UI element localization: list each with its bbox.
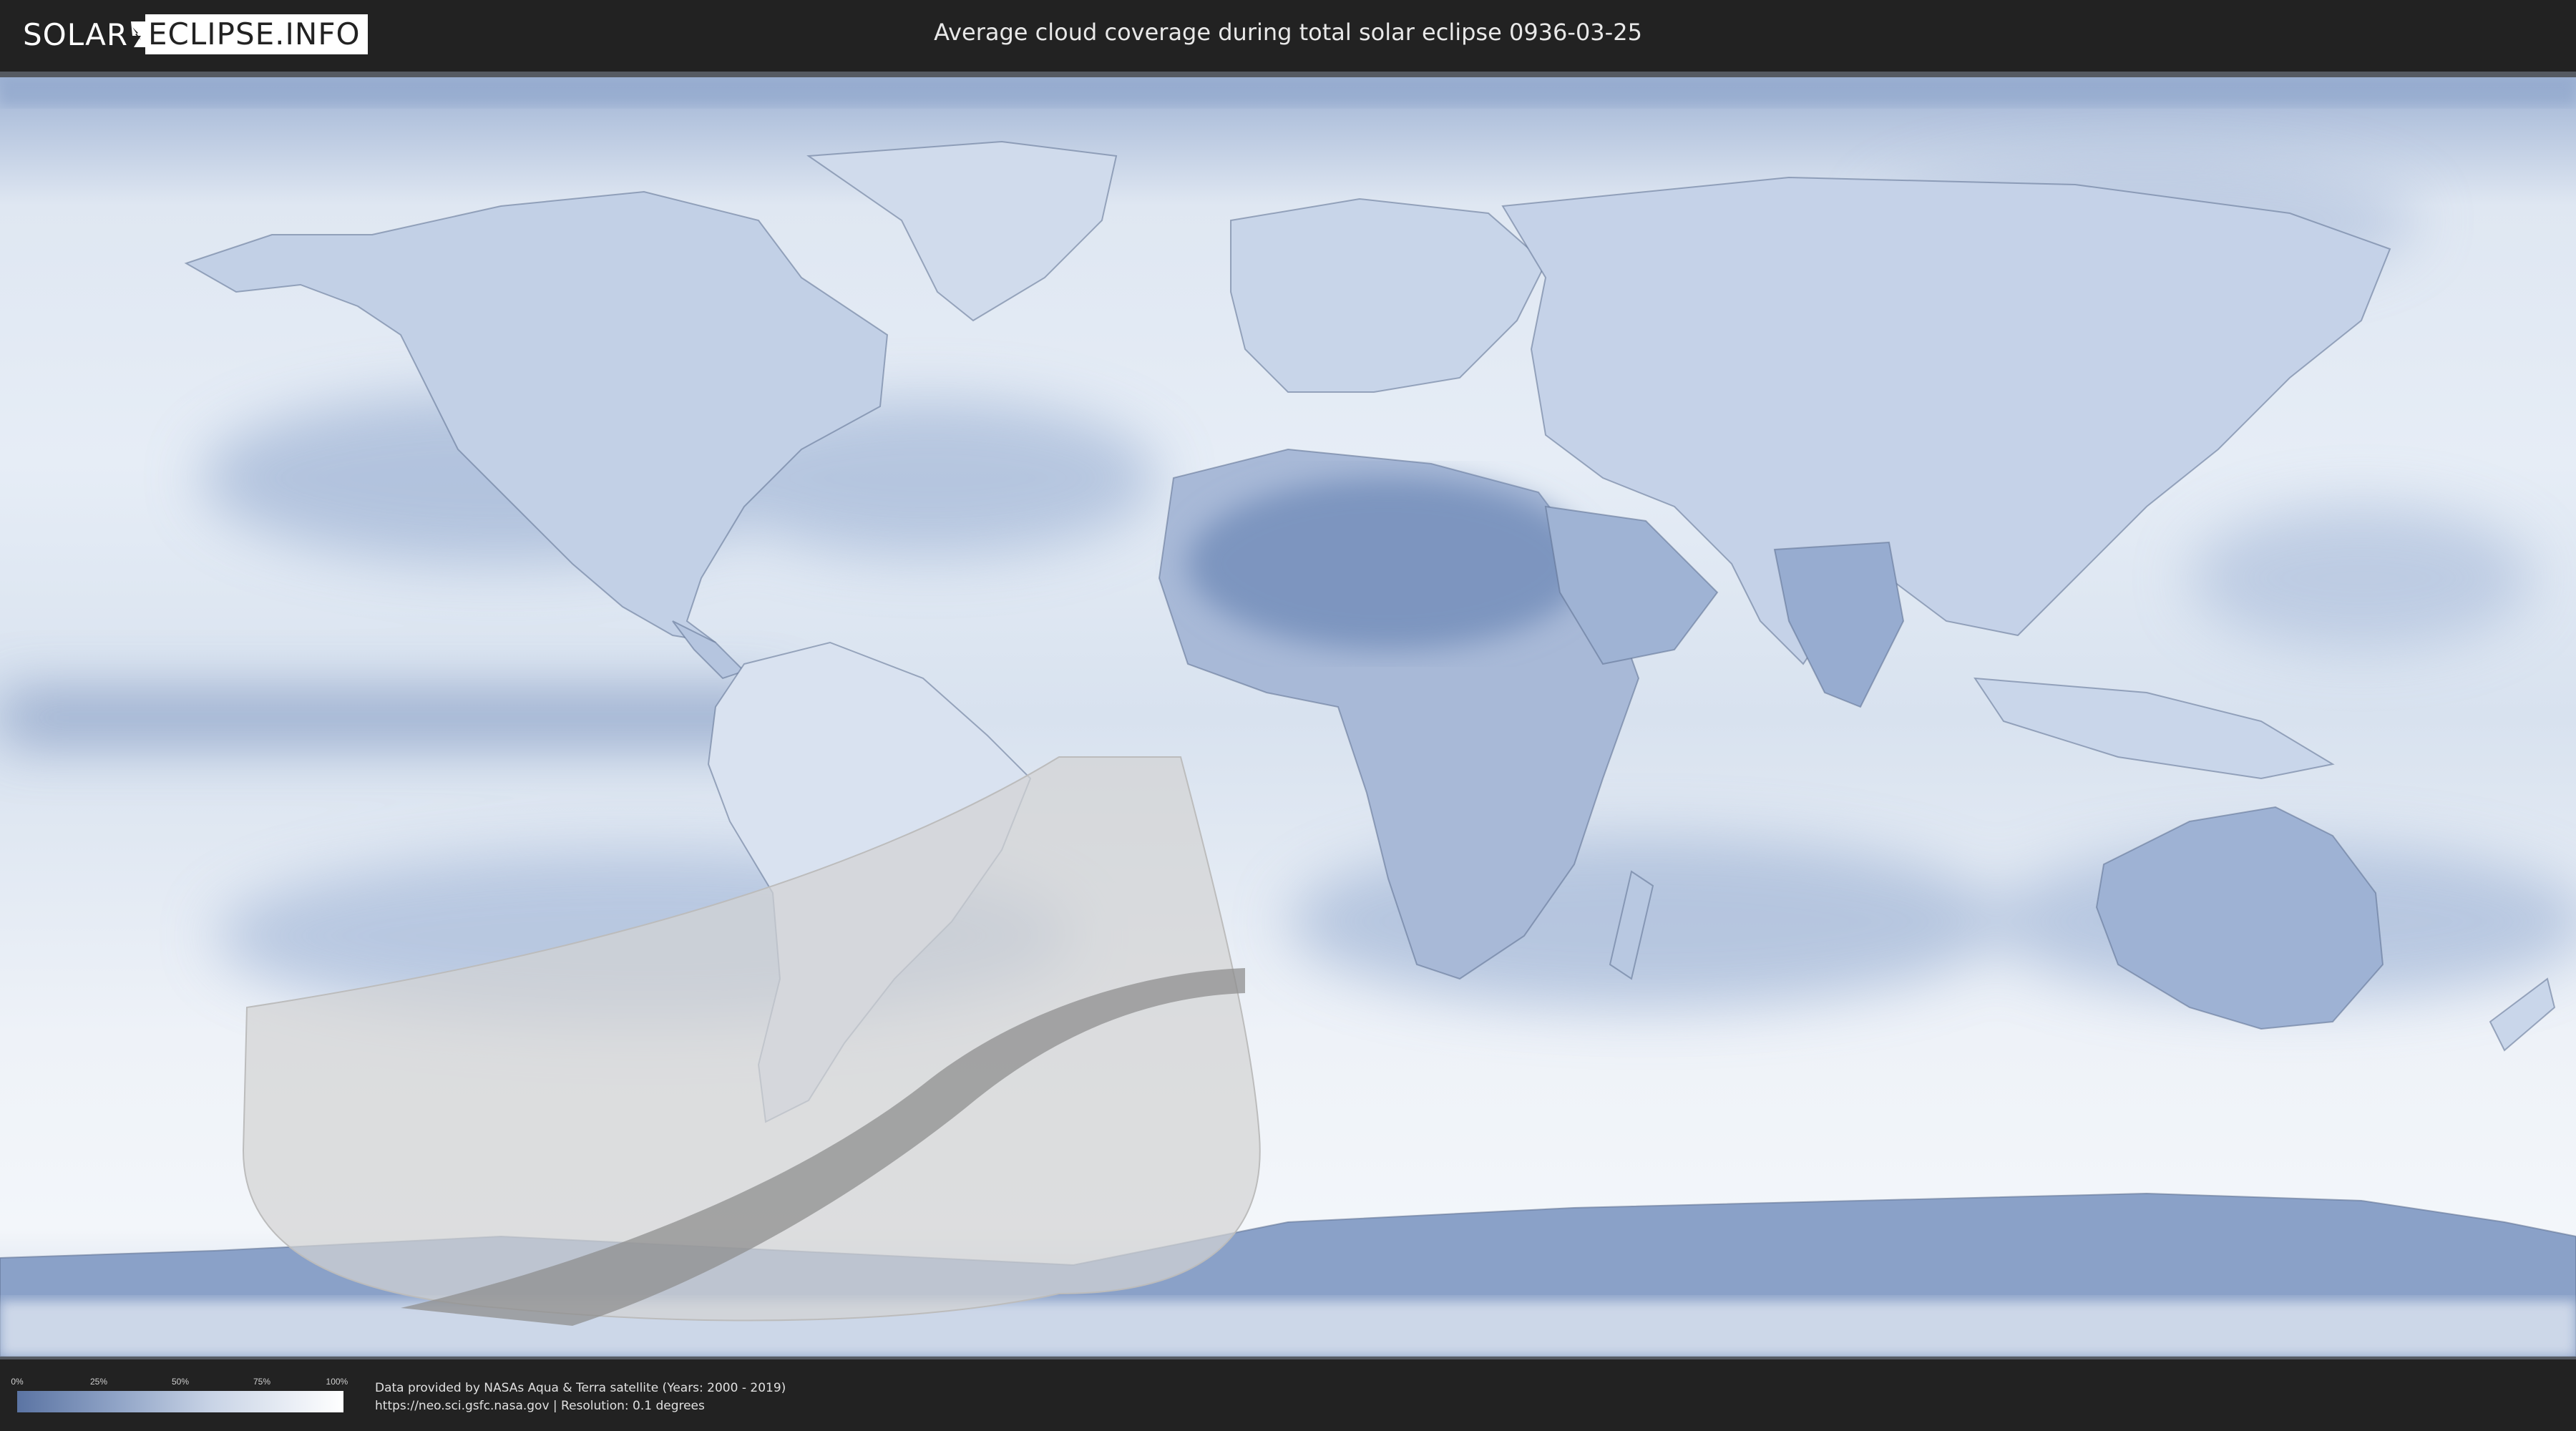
map-svg xyxy=(0,77,2576,1357)
legend-color-bar xyxy=(17,1391,343,1412)
data-credits: Data provided by NASAs Aqua & Terra sate… xyxy=(375,1379,786,1415)
credits-source: Data provided by NASAs Aqua & Terra sate… xyxy=(375,1381,786,1395)
legend-tick-0: 0% xyxy=(11,1377,24,1387)
header-bar: SOLAR ECLIPSE.INFO Average cloud coverag… xyxy=(0,0,2576,72)
legend-tick-75: 75% xyxy=(253,1377,271,1387)
legend-tick-50: 50% xyxy=(171,1377,190,1387)
credits-link[interactable]: https://neo.sci.gsfc.nasa.gov | Resoluti… xyxy=(375,1397,786,1415)
sahara-clear-sky xyxy=(1188,478,1589,650)
cloud-coverage-legend: 0% 25% 50% 75% 100% xyxy=(11,1374,348,1412)
legend-tick-100: 100% xyxy=(326,1377,348,1387)
antarctic-haze xyxy=(0,1301,2576,1357)
legend-ticks: 0% 25% 50% 75% 100% xyxy=(11,1374,348,1390)
legend-tick-25: 25% xyxy=(89,1377,108,1387)
footer-bar: 0% 25% 50% 75% 100% Data provided by NAS… xyxy=(0,1359,2576,1431)
page-title: Average cloud coverage during total sola… xyxy=(934,19,1642,46)
cloud-coverage-map[interactable] xyxy=(0,77,2576,1357)
arctic-haze xyxy=(0,77,2576,106)
